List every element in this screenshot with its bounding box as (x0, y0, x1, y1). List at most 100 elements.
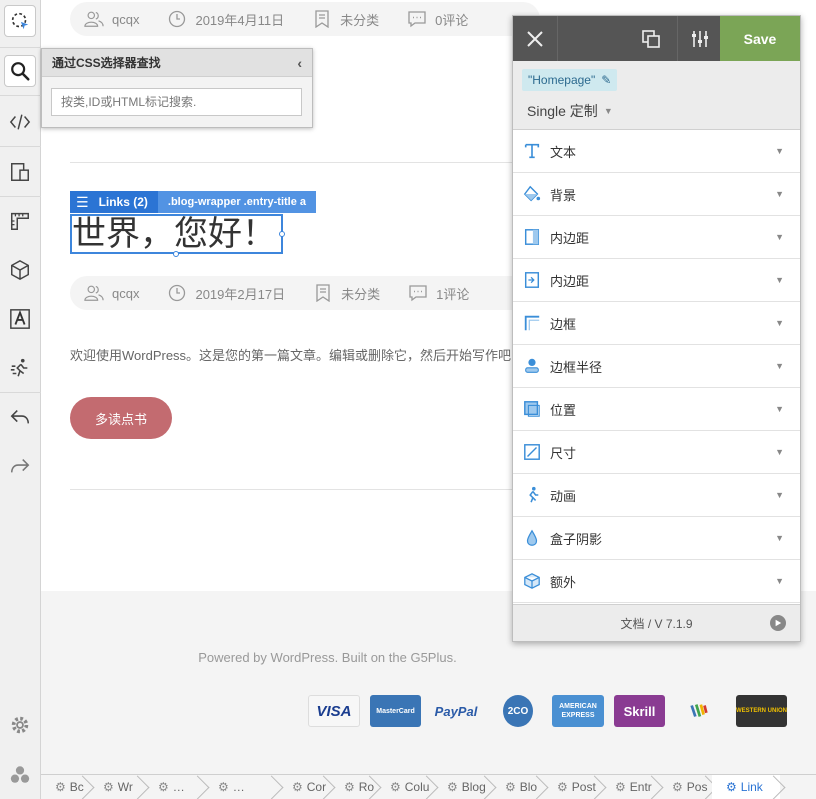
element-menu-button[interactable]: ☰ Links (2) (70, 191, 158, 213)
play-icon[interactable] (770, 615, 786, 631)
redo-button[interactable] (4, 450, 36, 482)
gear-icon: ⚙ (557, 780, 568, 794)
breadcrumb-item[interactable]: ⚙ Ro (330, 775, 376, 799)
author-link[interactable]: qcqx (112, 286, 139, 301)
property-padding[interactable]: 内边距 ▼ (513, 216, 800, 259)
settings-sliders-button[interactable] (677, 16, 721, 61)
author-link[interactable]: qcqx (112, 12, 139, 27)
responsive-button[interactable] (4, 156, 36, 188)
breadcrumb-item[interactable]: ⚙ Blo (491, 775, 543, 799)
copy-icon (642, 29, 660, 48)
user-icon (84, 285, 104, 301)
post-title-link[interactable]: 世界，您好！ (70, 214, 283, 254)
animation-icon (529, 486, 539, 503)
user-icon (84, 11, 104, 27)
comments-link[interactable]: 0评论 (435, 10, 468, 29)
post-meta-bar: qcqx 2019年2月17日 未分类 1评论 (70, 276, 540, 310)
circles-icon (10, 766, 30, 783)
wallet-logo (682, 695, 716, 727)
3d-box-button[interactable] (4, 254, 36, 286)
property-animation[interactable]: 动画 ▼ (513, 474, 800, 517)
caret-down-icon: ▼ (775, 447, 784, 457)
css-selector-search-input[interactable] (51, 88, 302, 116)
breadcrumb-item[interactable]: ⚙ Cor (278, 775, 330, 799)
property-border[interactable]: 边框 ▼ (513, 302, 800, 345)
breadcrumb-item[interactable]: ⚙… (204, 775, 278, 799)
breadcrumb-item[interactable]: ⚙ Colu (376, 775, 433, 799)
margin-icon (524, 272, 540, 288)
breadcrumb-item[interactable]: ⚙ Entr (601, 775, 658, 799)
breadcrumb-item-current[interactable]: ⚙ Link (712, 775, 780, 799)
undo-button[interactable] (4, 401, 36, 433)
code-button[interactable] (4, 106, 36, 138)
property-position[interactable]: 位置 ▼ (513, 388, 800, 431)
community-button[interactable] (4, 759, 36, 791)
date-meta: 2019年2月17日 (167, 284, 285, 303)
property-background[interactable]: 背景 ▼ (513, 173, 800, 216)
property-text[interactable]: 文本 ▼ (513, 130, 800, 173)
close-panel-button[interactable] (513, 16, 558, 61)
element-selector-path: .blog-wrapper .entry-title a (157, 191, 317, 213)
american-express-logo: AMERICAN EXPRESS (552, 695, 604, 727)
author-meta: qcqx (84, 284, 139, 302)
comments-meta: 1评论 (408, 284, 469, 303)
css-selector-popup: 通过CSS选择器查找 ‹ (41, 48, 313, 128)
element-selector-button[interactable] (4, 5, 36, 37)
gear-icon: ⚙ (447, 780, 458, 794)
category-link[interactable]: 未分类 (341, 284, 380, 303)
animation-button[interactable] (4, 352, 36, 384)
breadcrumb-item[interactable]: ⚙ Post (543, 775, 601, 799)
ruler-icon (11, 212, 29, 230)
caret-down-icon: ▼ (775, 275, 784, 285)
caret-down-icon: ▼ (775, 533, 784, 543)
resize-handle-bottom[interactable] (173, 251, 179, 257)
property-size[interactable]: 尺寸 ▼ (513, 431, 800, 474)
property-border-radius[interactable]: 边框半径 ▼ (513, 345, 800, 388)
caret-down-icon: ▼ (775, 361, 784, 371)
docs-version-link[interactable]: 文档 / V 7.1.9 (620, 615, 692, 632)
breadcrumb-item[interactable]: ⚙ Blog (433, 775, 491, 799)
tool-rail (0, 0, 41, 799)
caret-down-icon: ▼ (775, 404, 784, 414)
author-meta: qcqx (84, 10, 139, 28)
element-breadcrumb: ⚙ Bc ⚙ Wr ⚙… ⚙… ⚙ Cor ⚙ Ro ⚙ Colu ⚙ Blog ⚙ Blo … (41, 774, 816, 799)
category-meta: 未分类 (312, 10, 379, 29)
customize-mode-dropdown[interactable]: Single 定制 ▼ (527, 101, 613, 121)
document-icon (315, 10, 329, 28)
element-type-label: Links (2) (98, 195, 148, 209)
breadcrumb-item[interactable]: ⚙ Pos (658, 775, 712, 799)
skrill-logo: Skrill (614, 695, 665, 727)
wallet-icon (690, 704, 708, 717)
save-button[interactable]: Save (720, 16, 800, 61)
gear-icon: ⚙ (158, 780, 169, 794)
category-link[interactable]: 未分类 (340, 10, 379, 29)
gear-icon: ⚙ (218, 780, 229, 794)
close-icon (527, 30, 543, 47)
read-more-button[interactable]: 多读点书 (70, 397, 172, 439)
panel-toolbar: Save (513, 16, 800, 61)
gear-icon: ⚙ (390, 780, 401, 794)
gear-icon: ⚙ (103, 780, 114, 794)
post-excerpt: 欢迎使用WordPress。这是您的第一篇文章。编辑或删除它，然后开始写作吧！ (70, 348, 516, 363)
property-extra[interactable]: 额外 ▼ (513, 560, 800, 603)
property-box-shadow[interactable]: 盒子阴影 ▼ (513, 517, 800, 560)
ruler-button[interactable] (4, 205, 36, 237)
context-badge[interactable]: "Homepage" ✎ (522, 69, 618, 91)
undo-icon (10, 410, 30, 424)
position-icon (524, 401, 540, 417)
breadcrumb-item[interactable]: ⚙ Wr (89, 775, 144, 799)
duplicate-button[interactable] (631, 16, 671, 61)
sliders-icon (691, 30, 708, 47)
typography-button[interactable] (4, 303, 36, 335)
breadcrumb-item[interactable]: ⚙ Bc (41, 775, 89, 799)
comments-link[interactable]: 1评论 (436, 284, 469, 303)
element-selector-icon (11, 12, 29, 30)
chevron-left-icon[interactable]: ‹ (297, 55, 302, 71)
breadcrumb-item[interactable]: ⚙… (144, 775, 204, 799)
post-date: 2019年4月11日 (195, 12, 285, 28)
search-button[interactable] (4, 55, 36, 87)
settings-button[interactable] (4, 709, 36, 741)
resize-handle-right[interactable] (279, 231, 285, 237)
gear-icon: ⚙ (615, 780, 626, 794)
property-margin[interactable]: 内边距 ▼ (513, 259, 800, 302)
